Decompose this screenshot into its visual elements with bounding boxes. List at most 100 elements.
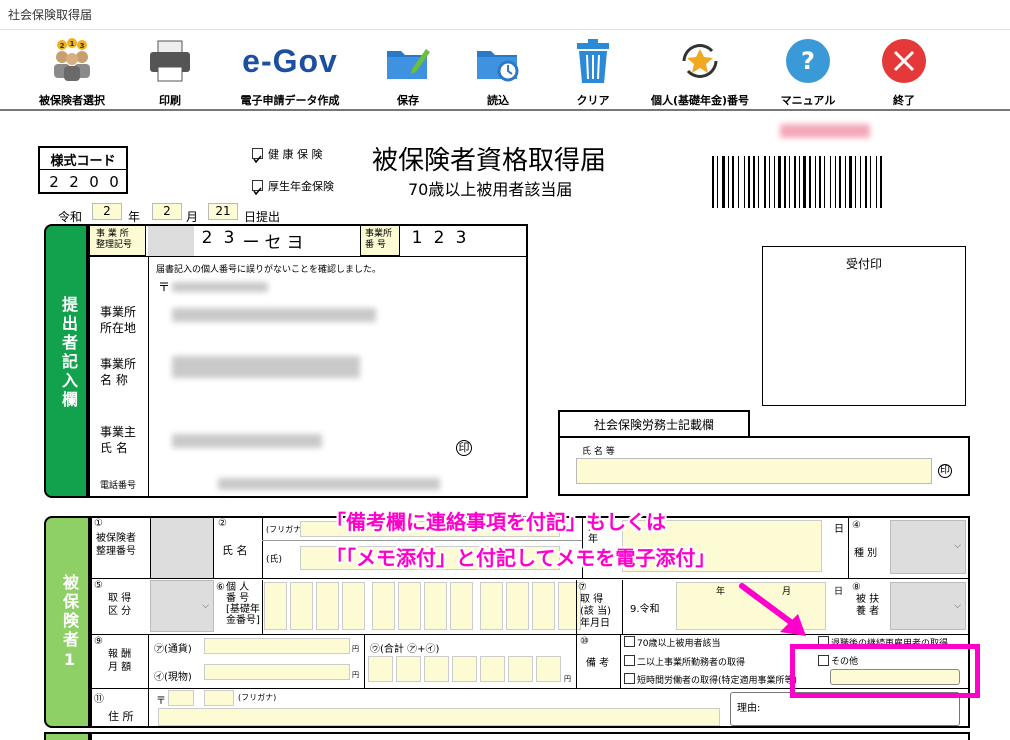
barcode-bar xyxy=(753,156,755,208)
exit-label: 終了 xyxy=(893,94,915,107)
pension-insurance-checkbox[interactable] xyxy=(252,180,263,196)
load-label: 読込 xyxy=(487,94,509,107)
check-icon xyxy=(253,187,262,196)
total-digit-input[interactable] xyxy=(480,656,505,682)
print-button[interactable]: 印刷 xyxy=(130,37,210,109)
barcode-bar xyxy=(774,156,775,208)
total-digit-input[interactable] xyxy=(508,656,533,682)
total-digit-input[interactable] xyxy=(536,656,561,682)
sharoshi-name-input[interactable] xyxy=(576,458,932,484)
barcode-bar xyxy=(845,156,846,208)
office-ref-char: 3 xyxy=(223,228,235,248)
personal-number-digit-input[interactable] xyxy=(316,582,339,630)
goods-input[interactable] xyxy=(204,664,350,680)
clear-button[interactable]: クリア xyxy=(553,37,633,109)
personal-number-digit-input[interactable] xyxy=(450,582,473,630)
save-button[interactable]: 保存 xyxy=(368,37,448,109)
field-number: ⑤ xyxy=(94,580,103,591)
field-number: ⑩ xyxy=(580,636,589,647)
personal-number-digit-input[interactable] xyxy=(372,582,395,630)
style-code-digit: 2 xyxy=(69,173,79,191)
personal-number-digit-input[interactable] xyxy=(290,582,313,630)
personal-number-button[interactable]: 個人(基礎年金)番号 xyxy=(640,37,760,109)
postal-mark: 〒 xyxy=(156,696,166,707)
barcode-bar xyxy=(876,156,877,208)
date-era: 令和 xyxy=(58,210,83,224)
receipt-label: 受付印 xyxy=(845,257,882,271)
currency-input[interactable] xyxy=(204,638,350,654)
folder-save-icon xyxy=(387,49,430,79)
form-title: 被保険者資格取得届 xyxy=(372,146,607,176)
egov-label: 電子申請データ作成 xyxy=(240,94,340,107)
date-month-unit: 月 xyxy=(186,210,199,224)
personal-number-label: 個 人 番 号 [基礎年 金番号] xyxy=(226,582,260,626)
insured-number-label: 被保険者 整理番号 xyxy=(96,533,136,557)
address-input[interactable] xyxy=(158,708,720,726)
total-digit-input[interactable] xyxy=(396,656,421,682)
day-label: 日 xyxy=(834,524,844,535)
redacted-address xyxy=(172,308,376,322)
date-day-input[interactable]: 21 xyxy=(208,203,238,220)
personal-number-digit-input[interactable] xyxy=(398,582,421,630)
barcode-bar xyxy=(819,156,821,208)
office-ref-char: ー xyxy=(242,233,260,253)
date-year-input[interactable]: 2 xyxy=(92,203,122,220)
address-furigana-label: (フリガナ) xyxy=(238,693,277,702)
personal-number-digit-input[interactable] xyxy=(506,582,529,630)
barcode-bar xyxy=(809,156,811,208)
sharoshi-panel: 氏 名 等 印 xyxy=(558,436,970,496)
svg-text:1: 1 xyxy=(70,40,75,48)
goods-label: ㋑(現物) xyxy=(154,672,192,683)
exit-button[interactable]: 終了 xyxy=(864,37,944,109)
field-number: ① xyxy=(94,518,103,529)
load-button[interactable]: 読込 xyxy=(458,37,538,109)
help-icon: ? xyxy=(786,39,830,83)
insured-number-field[interactable] xyxy=(150,518,214,578)
personal-number-digit-input[interactable] xyxy=(424,582,447,630)
postal-code-1-input[interactable] xyxy=(168,690,194,706)
remark-70-checkbox[interactable] xyxy=(624,636,635,647)
personal-number-digit-input[interactable] xyxy=(532,582,555,630)
total-digit-input[interactable] xyxy=(368,656,393,682)
personal-number-digit-input[interactable] xyxy=(264,582,287,630)
barcode-bar xyxy=(717,156,718,208)
redacted-office-name xyxy=(172,356,360,378)
insured-select-button[interactable]: 213 被保険者選択 xyxy=(30,37,114,109)
barcode-bar xyxy=(738,156,739,208)
manual-button[interactable]: ? マニュアル xyxy=(768,37,848,109)
dependent-select[interactable]: ⌵ xyxy=(890,582,966,630)
egov-button[interactable]: e-Gov 電子申請データ作成 xyxy=(230,37,350,109)
postal-code-2-input[interactable] xyxy=(204,690,234,706)
insured-section-label: 被保険者1 xyxy=(60,574,79,672)
remark-short-label: 短時間労働者の取得(特定適用事業所等) xyxy=(637,676,798,686)
remark-70-label: 70歳以上被用者該当 xyxy=(637,639,721,649)
remark-short-checkbox[interactable] xyxy=(624,673,635,684)
health-insurance-checkbox[interactable] xyxy=(252,148,263,164)
office-ref-prefix xyxy=(148,226,194,256)
personal-number-digit-input[interactable] xyxy=(480,582,503,630)
barcode-bar xyxy=(728,156,729,208)
kind-select[interactable]: ⌵ xyxy=(890,520,966,574)
acquisition-type-select[interactable]: ⌵ xyxy=(150,580,214,632)
kind-label: 種 別 xyxy=(854,548,878,559)
currency-label: ㋐(通貨) xyxy=(154,644,192,655)
barcode-bar xyxy=(789,156,790,208)
acquisition-date-label: 取 得 (該 当) 年月日 xyxy=(580,594,611,629)
chevron-down-icon: ⌵ xyxy=(954,601,961,611)
barcode-bar xyxy=(794,156,796,208)
egov-logo-icon: e-Gov xyxy=(242,43,338,79)
personal-number-digit-input[interactable] xyxy=(342,582,365,630)
date-year-unit: 年 xyxy=(128,210,141,224)
yen-label: 円 xyxy=(352,645,359,653)
date-month-input[interactable]: 2 xyxy=(152,203,182,220)
phone-label: 電話番号 xyxy=(100,481,137,491)
total-digit-input[interactable] xyxy=(424,656,449,682)
total-cells xyxy=(368,656,564,684)
remark-multi-checkbox[interactable] xyxy=(624,655,635,666)
chevron-down-icon: ⌵ xyxy=(202,601,209,611)
style-code-label: 様式コード xyxy=(40,150,126,170)
barcode-bar xyxy=(712,156,714,208)
total-digit-input[interactable] xyxy=(452,656,477,682)
field-number: ② xyxy=(218,518,227,529)
receipt-stamp-box: 受付印 xyxy=(762,246,966,406)
